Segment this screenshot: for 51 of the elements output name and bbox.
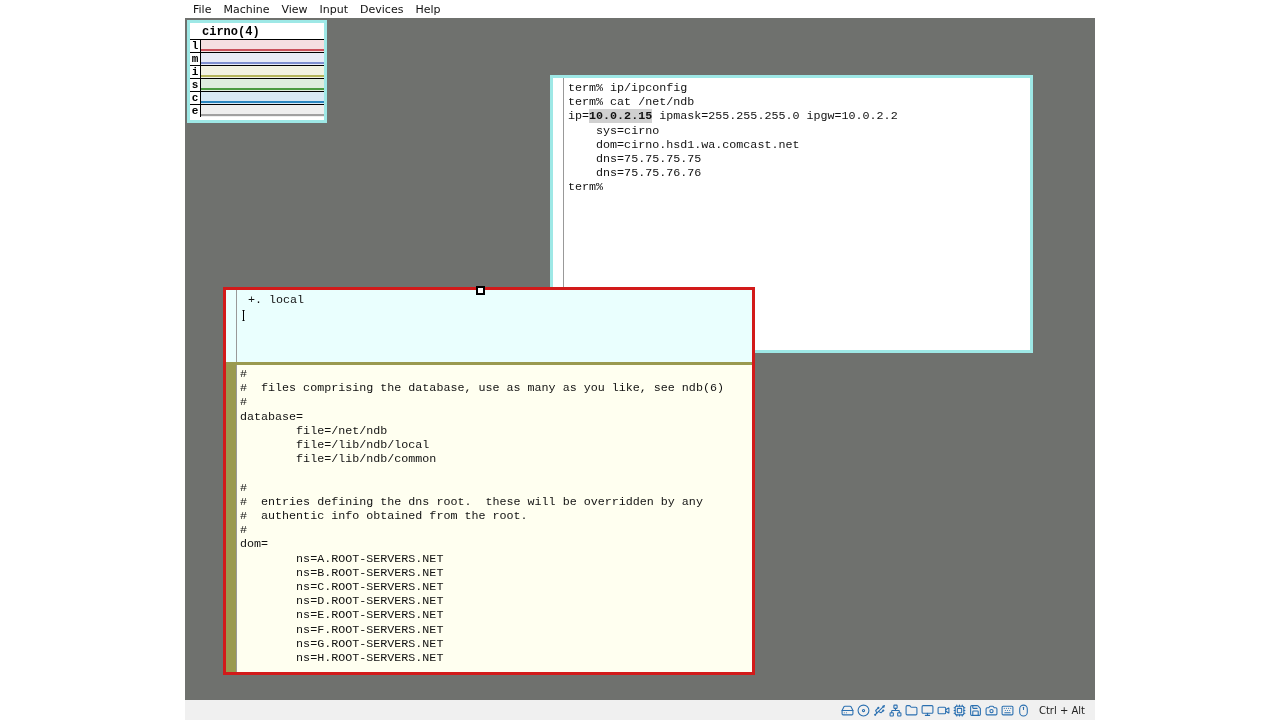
- code-line: #: [240, 395, 248, 410]
- code-line: #: [240, 367, 248, 382]
- code-line: #: [240, 480, 248, 495]
- terminal-line: ip=10.0.2.15 ipmask=255.255.255.0 ipgw=10.0.2.2: [568, 109, 898, 124]
- editor-body[interactable]: [226, 365, 752, 672]
- code-line: ns=D.ROOT-SERVERS.NET: [295, 594, 445, 609]
- chip-icon[interactable]: [952, 703, 966, 717]
- tag-text: +. local: [247, 292, 306, 307]
- hard-drive-icon[interactable]: [840, 703, 854, 717]
- code-line: file=/lib/ndb/common: [295, 452, 438, 467]
- keyboard-icon[interactable]: [1000, 703, 1014, 717]
- terminal-line: dom=cirno.hsd1.wa.comcast.net: [595, 137, 801, 152]
- terminal-line: dns=75.75.76.76: [595, 166, 703, 181]
- code-line: file=/lib/ndb/local: [295, 438, 431, 453]
- terminal-line: term%: [568, 180, 605, 195]
- folder-icon[interactable]: [904, 703, 918, 717]
- code-line: ns=B.ROOT-SERVERS.NET: [295, 565, 445, 581]
- menu-item[interactable]: View: [275, 2, 314, 16]
- terminal-line: dns=75.75.75.75: [595, 152, 703, 167]
- code-line: # files comprising the database, use as many as you like, see ndb(6): [240, 381, 724, 396]
- code-line: # entries defining the dns root. these will be overridden by any: [240, 494, 704, 509]
- network-icon[interactable]: [888, 703, 902, 717]
- code-line: file=/net/ndb: [295, 423, 389, 438]
- code-line: dom=: [240, 537, 270, 552]
- code-line: ns=H.ROOT-SERVERS.NET: [295, 651, 445, 666]
- menu-item[interactable]: Machine: [217, 2, 276, 16]
- tag-bar[interactable]: +. local: [226, 290, 752, 365]
- terminal-line: term% ip/ipconfig: [568, 81, 689, 96]
- code-line: ns=A.ROOT-SERVERS.NET: [295, 551, 445, 566]
- code-line: ns=C.ROOT-SERVERS.NET: [295, 580, 445, 595]
- code-line: ns=F.ROOT-SERVERS.NET: [295, 622, 445, 637]
- host-key-label: Ctrl + Alt: [1038, 704, 1085, 716]
- code-line: #: [240, 523, 248, 538]
- code-line: database=: [240, 409, 305, 424]
- menu-item[interactable]: Devices: [354, 2, 410, 16]
- menu-item[interactable]: Input: [313, 2, 355, 16]
- code-line: ns=G.ROOT-SERVERS.NET: [295, 636, 445, 652]
- scroll-bar[interactable]: [226, 365, 237, 672]
- mouse-icon[interactable]: [1016, 703, 1030, 717]
- monitor-icon[interactable]: [920, 703, 934, 717]
- code-line: ns=E.ROOT-SERVERS.NET: [295, 608, 445, 623]
- usb-icon[interactable]: [872, 703, 886, 717]
- menu-item[interactable]: File: [187, 2, 218, 16]
- disc-icon[interactable]: [856, 703, 870, 717]
- terminal-line: sys=cirno: [595, 123, 661, 138]
- terminal-line: term% cat /net/ndb: [568, 95, 696, 110]
- camera-icon[interactable]: [984, 703, 998, 717]
- code-line: # authentic info obtained from the root.: [240, 509, 529, 524]
- menu-item[interactable]: Help: [409, 2, 447, 16]
- text-cursor-icon: [242, 310, 245, 321]
- resize-handle[interactable]: [476, 286, 485, 295]
